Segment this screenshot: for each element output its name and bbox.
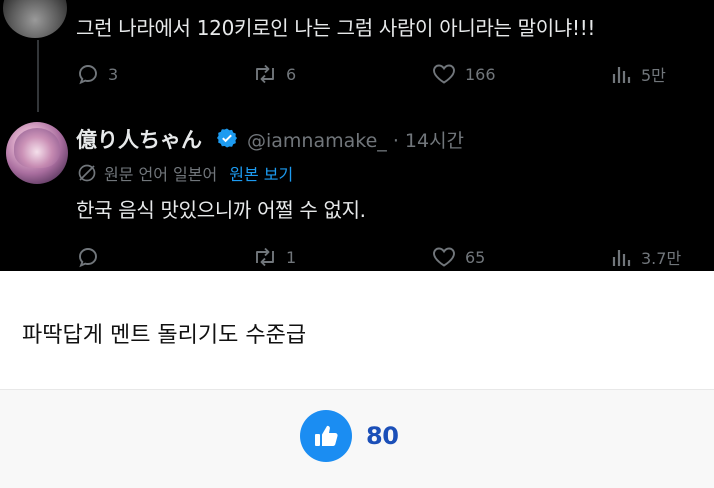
reply-count: 3: [108, 64, 119, 84]
speech-bubble-icon: [79, 65, 97, 85]
display-name[interactable]: 億り人ちゃん: [76, 124, 202, 154]
translate-globe-icon: [78, 164, 96, 182]
thumbs-up-icon: [315, 425, 338, 446]
avatar[interactable]: [3, 0, 67, 38]
heart-icon: [433, 247, 455, 267]
bar-chart-icon: [612, 67, 631, 83]
repost-button[interactable]: 6: [252, 62, 296, 86]
repost-count: 6: [286, 64, 297, 84]
verified-badge-icon: [217, 128, 237, 148]
views-button[interactable]: 5만: [611, 62, 666, 86]
bar-chart-icon: [612, 250, 631, 266]
tweet-screenshot: 그런 나라에서 120키로인 나는 그럼 사람이 아니라는 말이냐!!! 3 6…: [0, 0, 714, 271]
post-caption: 파딱답게 멘트 돌리기도 수준급: [22, 323, 307, 348]
show-original-link[interactable]: 원본 보기: [229, 161, 293, 185]
like-button[interactable]: 166: [431, 62, 496, 86]
heart-icon: [433, 64, 455, 84]
handle-and-time[interactable]: @iamnamake_ · 14시간: [247, 126, 464, 153]
recommend-count: 80: [366, 422, 399, 450]
translate-note: 원문 언어 일본어: [104, 165, 218, 184]
tweet-text: 한국 음식 맛있으니까 어쩔 수 없지.: [76, 198, 366, 222]
repost-arrows-icon: [256, 247, 274, 267]
repost-arrows-icon: [256, 64, 274, 84]
thread-connector-line: [37, 40, 39, 112]
recommend-button[interactable]: 80: [300, 410, 399, 462]
repost-count: 1: [286, 247, 297, 267]
like-button[interactable]: 65: [431, 245, 485, 269]
view-count: 3.7만: [641, 249, 682, 268]
reply-button[interactable]: 3: [76, 62, 118, 86]
translation-notice: 원문 언어 일본어 원본 보기: [76, 161, 293, 185]
view-count: 5만: [641, 66, 666, 85]
like-count: 166: [465, 64, 496, 84]
avatar[interactable]: [6, 122, 68, 184]
repost-button[interactable]: 1: [252, 245, 296, 269]
like-circle[interactable]: [300, 410, 352, 462]
views-button[interactable]: 3.7만: [611, 245, 681, 269]
reply-button[interactable]: [76, 245, 108, 269]
like-count: 65: [465, 247, 486, 267]
tweet-text: 그런 나라에서 120키로인 나는 그럼 사람이 아니라는 말이냐!!!: [76, 16, 596, 40]
speech-bubble-icon: [79, 248, 97, 268]
